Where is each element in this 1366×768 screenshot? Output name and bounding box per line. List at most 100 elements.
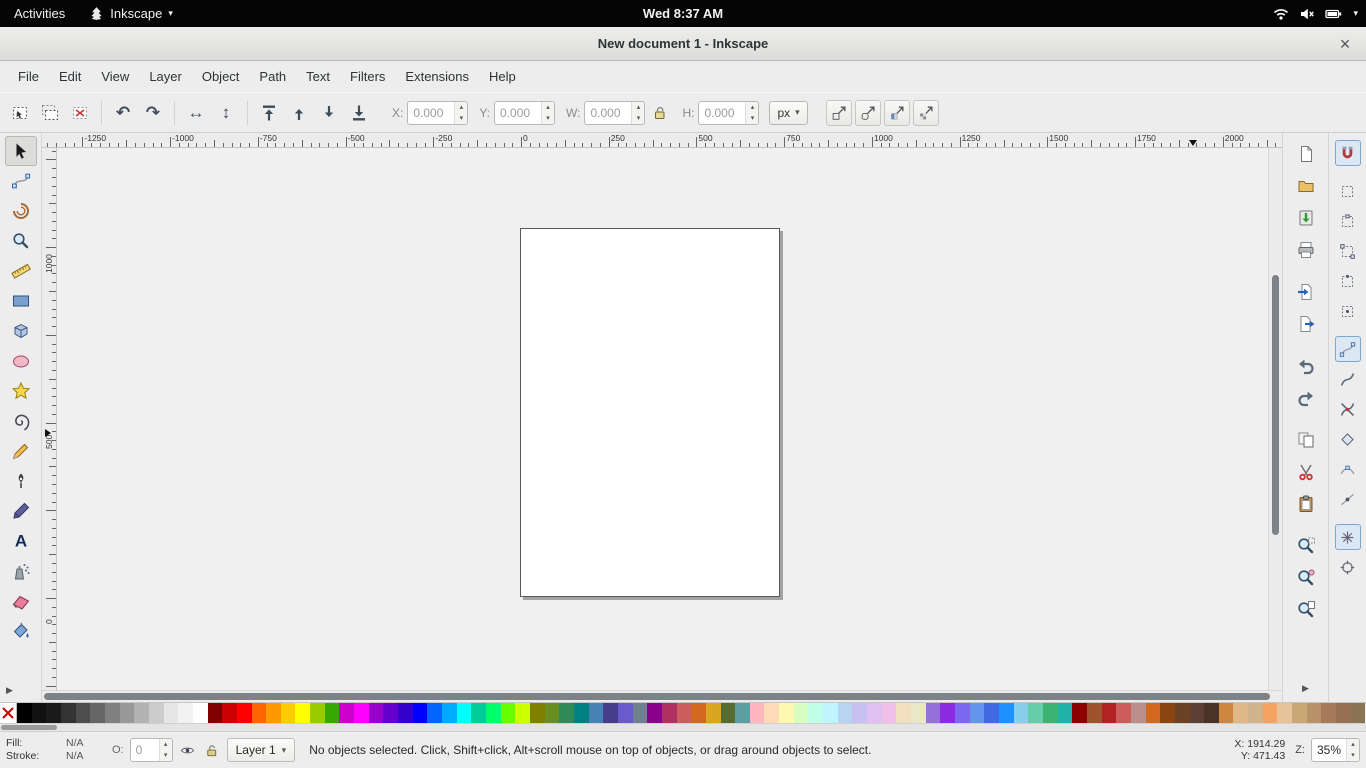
open-button[interactable] [1292, 172, 1320, 200]
snap-to-paths-toggle[interactable] [1335, 366, 1361, 392]
horizontal-scrollbar[interactable] [42, 690, 1282, 702]
snap-other-points-toggle[interactable] [1335, 524, 1361, 550]
tool-node-editor[interactable] [5, 166, 37, 196]
palette-swatch[interactable] [1087, 703, 1102, 723]
opacity-input[interactable]: 0▴▾ [130, 738, 173, 762]
rotate-cw-button[interactable]: ↷ [139, 99, 167, 127]
palette-swatch[interactable] [164, 703, 179, 723]
width-input[interactable]: 0.000▴▾ [584, 101, 645, 125]
palette-swatch[interactable] [193, 703, 208, 723]
palette-swatch[interactable] [32, 703, 47, 723]
palette-swatch[interactable] [105, 703, 120, 723]
palette-swatch[interactable] [1219, 703, 1234, 723]
snap-bounding-box-toggle[interactable] [1335, 178, 1361, 204]
menu-object[interactable]: Object [192, 64, 250, 89]
palette-swatch[interactable] [1263, 703, 1278, 723]
palette-scrollbar-thumb[interactable] [1, 725, 57, 730]
palette-swatch[interactable] [369, 703, 384, 723]
palette-swatch[interactable] [1233, 703, 1248, 723]
snap-to-cusp-nodes-toggle[interactable] [1335, 426, 1361, 452]
snap-nodes-toggle[interactable] [1335, 336, 1361, 362]
palette-swatch[interactable] [1248, 703, 1263, 723]
cut-button[interactable] [1292, 458, 1320, 486]
palette-swatch[interactable] [1131, 703, 1146, 723]
palette-swatch[interactable] [1175, 703, 1190, 723]
menu-edit[interactable]: Edit [49, 64, 91, 89]
tool-selector[interactable] [5, 136, 37, 166]
lower-to-bottom-button[interactable] [345, 99, 373, 127]
palette-swatch[interactable] [647, 703, 662, 723]
palette-swatch[interactable] [339, 703, 354, 723]
snap-to-smooth-nodes-toggle[interactable] [1335, 456, 1361, 482]
lock-width-height-icon[interactable] [652, 105, 668, 121]
menu-extensions[interactable]: Extensions [395, 64, 479, 89]
palette-swatch[interactable] [1190, 703, 1205, 723]
tool-box-3d[interactable] [5, 316, 37, 346]
zoom-selection-button[interactable] [1292, 532, 1320, 560]
palette-swatch[interactable] [134, 703, 149, 723]
spin-arrows[interactable]: ▴▾ [631, 102, 644, 124]
palette-swatch[interactable] [1043, 703, 1058, 723]
tool-spiral[interactable] [5, 406, 37, 436]
palette-swatch[interactable] [471, 703, 486, 723]
raise-button[interactable] [285, 99, 313, 127]
menu-text[interactable]: Text [296, 64, 340, 89]
select-all-button[interactable] [6, 99, 34, 127]
palette-swatch[interactable] [17, 703, 32, 723]
move-patterns-toggle[interactable] [913, 100, 939, 126]
palette-swatch[interactable] [1014, 703, 1029, 723]
menu-path[interactable]: Path [249, 64, 296, 89]
palette-swatch[interactable] [295, 703, 310, 723]
rotate-ccw-button[interactable]: ↶ [109, 99, 137, 127]
zoom-drawing-button[interactable] [1292, 564, 1320, 592]
spin-arrows[interactable]: ▴▾ [541, 102, 554, 124]
palette-swatch[interactable] [120, 703, 135, 723]
snap-to-path-intersections-toggle[interactable] [1335, 396, 1361, 422]
horizontal-scrollbar-thumb[interactable] [44, 693, 1270, 700]
palette-swatch[interactable] [984, 703, 999, 723]
flip-vertical-button[interactable]: ↕ [212, 99, 240, 127]
palette-swatch[interactable] [383, 703, 398, 723]
redo-button[interactable] [1292, 384, 1320, 412]
palette-swatch[interactable] [896, 703, 911, 723]
undo-button[interactable] [1292, 352, 1320, 380]
palette-swatch[interactable] [427, 703, 442, 723]
app-menu[interactable]: Inkscape ▾ [79, 0, 183, 27]
tool-spray[interactable] [5, 556, 37, 586]
palette-swatch[interactable] [413, 703, 428, 723]
tool-calligraphy[interactable] [5, 496, 37, 526]
import-button[interactable] [1292, 278, 1320, 306]
palette-swatch[interactable] [735, 703, 750, 723]
palette-swatch[interactable] [545, 703, 560, 723]
palette-swatch[interactable] [457, 703, 472, 723]
palette-swatch[interactable] [530, 703, 545, 723]
height-input[interactable]: 0.000▴▾ [698, 101, 759, 125]
palette-swatch[interactable] [955, 703, 970, 723]
menu-help[interactable]: Help [479, 64, 526, 89]
deselect-button[interactable] [66, 99, 94, 127]
palette-swatch[interactable] [1204, 703, 1219, 723]
palette-swatch[interactable] [618, 703, 633, 723]
tool-pen[interactable] [5, 466, 37, 496]
palette-swatch[interactable] [252, 703, 267, 723]
palette-swatch[interactable] [281, 703, 296, 723]
palette-swatch[interactable] [1058, 703, 1073, 723]
units-dropdown[interactable]: px▾ [769, 101, 807, 125]
tool-zoom[interactable] [5, 226, 37, 256]
print-button[interactable] [1292, 236, 1320, 264]
palette-swatch[interactable] [46, 703, 61, 723]
raise-to-top-button[interactable] [255, 99, 283, 127]
vertical-scrollbar[interactable] [1268, 148, 1282, 690]
scale-rounded-corners-toggle[interactable] [855, 100, 881, 126]
vertical-ruler[interactable]: 10005000 [42, 148, 57, 690]
toolbox-overflow-button[interactable]: ▶ [0, 685, 41, 696]
palette-swatch[interactable] [999, 703, 1014, 723]
activities-button[interactable]: Activities [0, 0, 79, 27]
palette-swatch[interactable] [970, 703, 985, 723]
palette-swatch[interactable] [1321, 703, 1336, 723]
new-document-button[interactable] [1292, 140, 1320, 168]
palette-swatch[interactable] [501, 703, 516, 723]
palette-swatch[interactable] [691, 703, 706, 723]
palette-swatch[interactable] [677, 703, 692, 723]
palette-swatch[interactable] [911, 703, 926, 723]
